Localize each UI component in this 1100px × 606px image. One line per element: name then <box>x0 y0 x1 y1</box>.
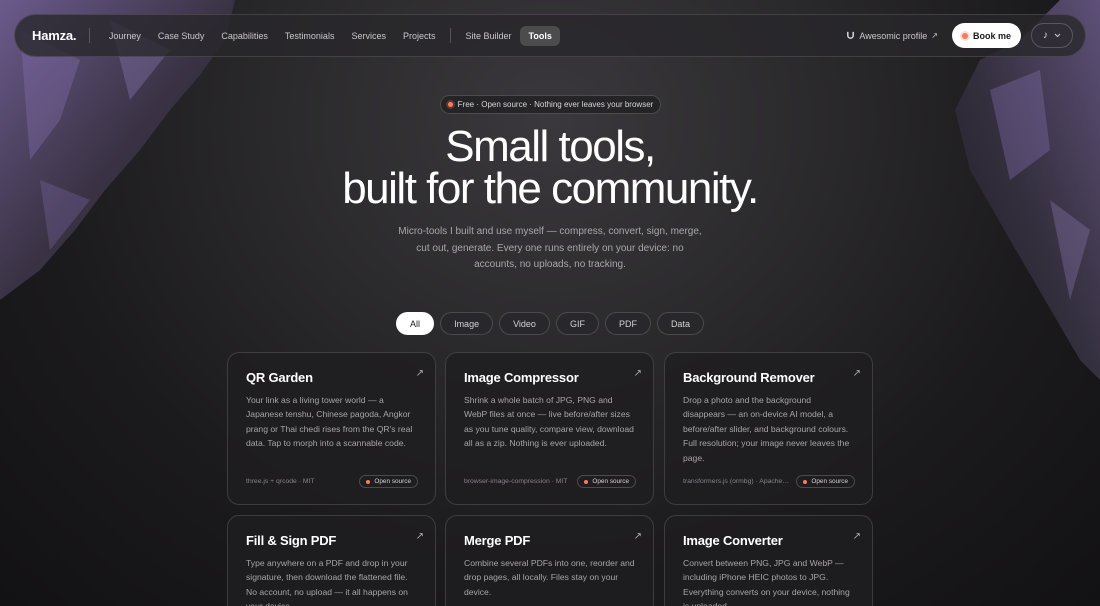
card-footer: transformers.js (ormbg) · Apache-2.0 Ope… <box>683 475 855 488</box>
card-description: Shrink a whole batch of JPG, PNG and Web… <box>464 395 634 449</box>
card-title: Image Compressor <box>464 370 579 385</box>
nav-link-journey[interactable]: Journey <box>100 26 149 46</box>
open-source-label: Open source <box>592 478 629 485</box>
card-description: Combine several PDFs into one, reorder a… <box>464 558 635 597</box>
nav-link-case-study[interactable]: Case Study <box>149 26 213 46</box>
tool-card-merge-pdf[interactable]: Merge PDF ↗ Combine several PDFs into on… <box>445 515 654 606</box>
tool-card-image-converter[interactable]: Image Converter ↗ Convert between PNG, J… <box>664 515 873 606</box>
book-me-button[interactable]: Book me <box>951 23 1021 48</box>
page-title-line-2: built for the community. <box>342 164 759 213</box>
music-menu-button[interactable]: ♪ <box>1031 23 1073 48</box>
hero-subtitle: Micro-tools I built and use myself — com… <box>398 226 702 270</box>
filter-pdf[interactable]: PDF <box>604 312 651 335</box>
card-title: QR Garden <box>246 370 313 385</box>
card-footer: browser-image-compression · MIT Open sou… <box>464 475 636 488</box>
card-footer: three.js + qrcode · MIT Open source <box>246 475 418 488</box>
nav-divider <box>449 28 451 43</box>
card-title: Merge PDF <box>464 533 531 548</box>
card-tech-stack: transformers.js (ormbg) · Apache-2.0 <box>683 478 791 485</box>
card-tech-stack: three.js + qrcode · MIT <box>246 478 315 485</box>
nav-link-capabilities[interactable]: Capabilities <box>213 26 277 46</box>
chevron-down-icon <box>1054 33 1061 38</box>
filter-image[interactable]: Image <box>440 312 494 335</box>
filter-data[interactable]: Data <box>656 312 704 335</box>
card-title: Background Remover <box>683 370 815 385</box>
card-description: Drop a photo and the background disappea… <box>683 395 850 463</box>
open-source-badge: Open source <box>796 475 855 488</box>
status-dot-icon <box>803 479 808 484</box>
status-dot-icon <box>584 479 589 484</box>
tool-card-image-compressor[interactable]: Image Compressor ↗ Shrink a whole batch … <box>445 352 654 505</box>
nav-links: Journey Case Study Capabilities Testimon… <box>100 25 561 46</box>
awesomic-profile-link[interactable]: Awesomic profile ↗ <box>846 31 938 41</box>
book-me-label: Book me <box>972 30 1011 41</box>
tool-card-fill-sign-pdf[interactable]: Fill & Sign PDF ↗ Type anywhere on a PDF… <box>227 515 436 606</box>
nav-right: Awesomic profile ↗ Book me ♪ <box>846 23 1073 48</box>
external-arrow-icon: ↗ <box>852 531 861 542</box>
external-arrow-icon: ↗ <box>415 368 424 379</box>
filter-video[interactable]: Video <box>499 312 550 335</box>
nav-link-services[interactable]: Services <box>343 26 395 46</box>
profile-label: Awesomic profile <box>859 30 928 41</box>
tool-card-qr-garden[interactable]: QR Garden ↗ Your link as a living tower … <box>227 352 436 505</box>
status-dot-icon <box>366 479 371 484</box>
filter-all[interactable]: All <box>396 312 435 335</box>
nav-divider <box>89 28 91 43</box>
card-title: Image Converter <box>683 533 783 548</box>
tool-card-background-remover[interactable]: Background Remover ↗ Drop a photo and th… <box>664 352 873 505</box>
external-arrow-icon: ↗ <box>415 531 424 542</box>
card-description: Convert between PNG, JPG and WebP — incl… <box>683 558 850 606</box>
open-source-label: Open source <box>374 478 411 485</box>
music-note-icon: ♪ <box>1043 30 1048 41</box>
awesomic-logo-icon <box>847 31 855 39</box>
filter-gif[interactable]: GIF <box>555 312 599 335</box>
status-dot-icon <box>447 102 453 107</box>
nav-link-projects[interactable]: Projects <box>394 26 444 46</box>
external-arrow-icon: ↗ <box>633 368 642 379</box>
open-source-label: Open source <box>811 478 848 485</box>
hero-badge-text: Free · Open source · Nothing ever leaves… <box>457 100 654 109</box>
status-dot-icon <box>961 32 968 39</box>
nav-link-tools[interactable]: Tools <box>520 25 561 46</box>
open-source-badge: Open source <box>577 475 636 488</box>
card-title: Fill & Sign PDF <box>246 533 337 548</box>
external-arrow-icon: ↗ <box>931 31 938 40</box>
hero-badge: Free · Open source · Nothing ever leaves… <box>440 95 661 114</box>
top-nav: Hamza. Journey Case Study Capabilities T… <box>14 14 1086 57</box>
filter-tabs: All Image Video GIF PDF Data <box>0 312 1100 335</box>
nav-link-testimonials[interactable]: Testimonials <box>276 26 343 46</box>
nav-link-site-builder[interactable]: Site Builder <box>457 26 520 46</box>
card-description: Type anywhere on a PDF and drop in your … <box>246 558 408 606</box>
card-tech-stack: browser-image-compression · MIT <box>464 478 568 485</box>
open-source-badge: Open source <box>359 475 418 488</box>
brand-logo[interactable]: Hamza. <box>32 28 77 43</box>
card-description: Your link as a living tower world — a Ja… <box>246 395 413 449</box>
external-arrow-icon: ↗ <box>852 368 861 379</box>
page-title: Small tools, built for the community. <box>0 125 1100 213</box>
external-arrow-icon: ↗ <box>633 531 642 542</box>
